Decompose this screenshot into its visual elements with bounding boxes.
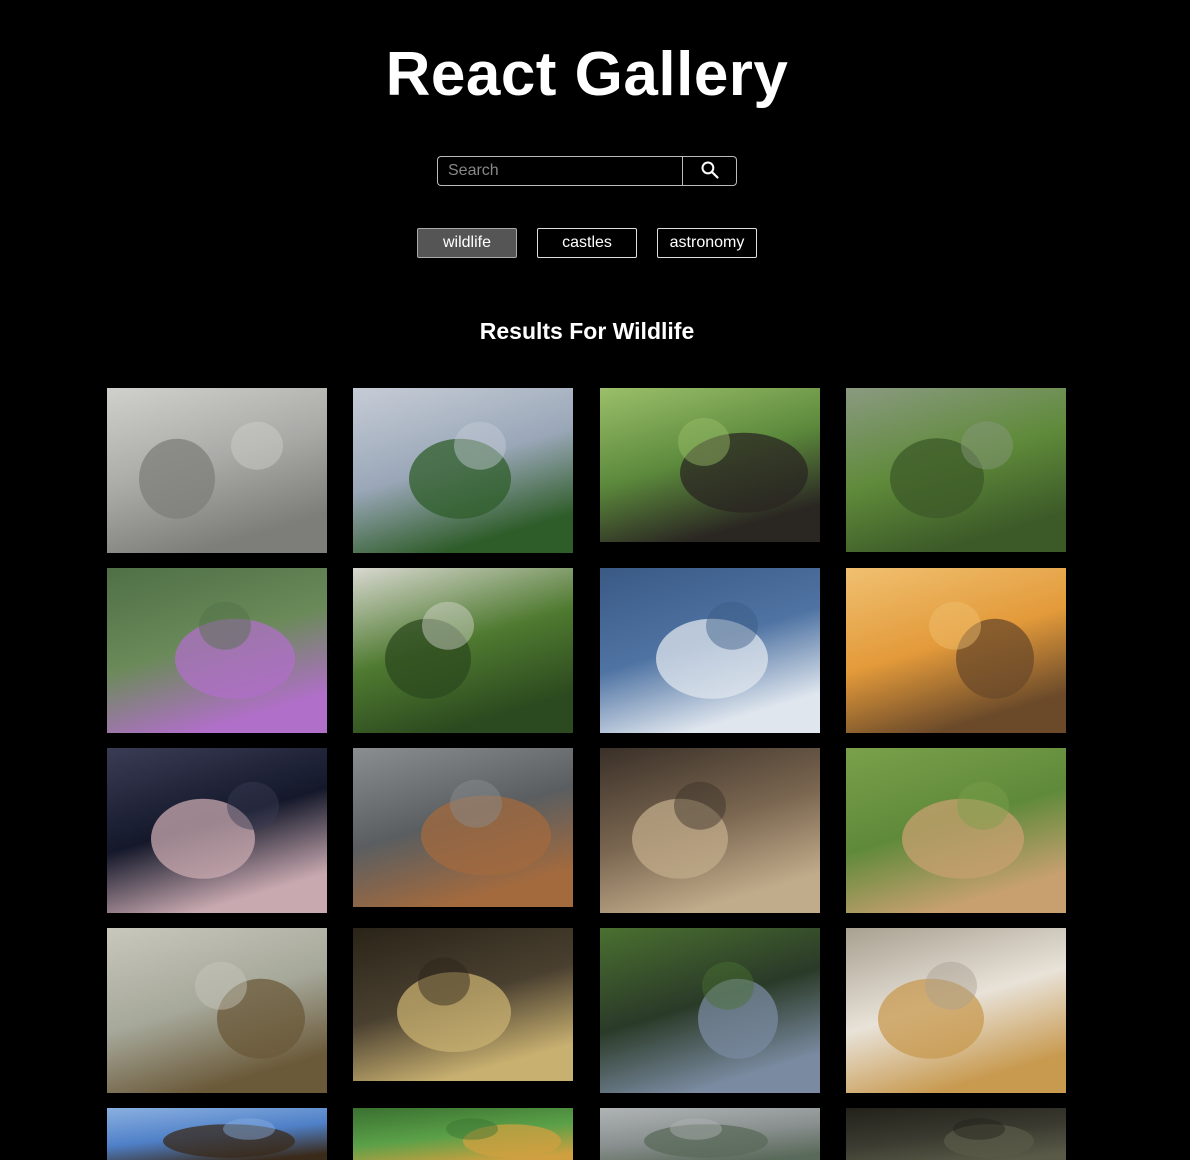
search-button[interactable] <box>682 156 737 186</box>
search-input[interactable] <box>437 156 682 186</box>
gallery-photo-cormorants-in-branches[interactable] <box>600 388 820 542</box>
gallery-photo-vultures-on-fence[interactable] <box>846 388 1066 552</box>
photo-image <box>353 388 573 553</box>
gallery-photo-ibises-in-tree[interactable] <box>353 388 573 553</box>
gallery-photo-grass-with-ruler[interactable] <box>353 568 573 733</box>
photo-image <box>600 928 820 1093</box>
gallery-photo-mountain-goat[interactable] <box>846 748 1066 913</box>
search-icon <box>700 160 720 183</box>
photo-image <box>107 928 327 1093</box>
gallery-photo-chickadee[interactable] <box>846 568 1066 733</box>
photo-image <box>353 568 573 733</box>
photo-image <box>107 388 327 553</box>
photo-image <box>600 1108 820 1160</box>
gallery-photo-turtle[interactable] <box>353 928 573 1081</box>
photo-image <box>846 928 1066 1093</box>
photo-image <box>107 568 327 733</box>
gallery-photo-jaguar[interactable] <box>846 928 1066 1093</box>
gallery-page: React Gallery wildlife castles astronomy… <box>0 0 1190 1160</box>
gallery-photo-yellow-bird[interactable] <box>353 1108 573 1160</box>
gallery-photo-gecko[interactable] <box>600 748 820 913</box>
gallery-photo-mudflat-with-birds[interactable] <box>107 748 327 913</box>
gallery-photo-misty-forest[interactable] <box>600 1108 820 1160</box>
photo-image <box>107 1108 327 1160</box>
photo-image <box>353 1108 573 1160</box>
nav-button-castles[interactable]: castles <box>537 228 637 258</box>
gallery-photo-pelicans-in-flight[interactable] <box>600 568 820 733</box>
gallery-photo-stonechat[interactable] <box>353 748 573 907</box>
photo-image <box>600 568 820 733</box>
topic-nav: wildlife castles astronomy <box>0 228 1174 258</box>
nav-button-astronomy[interactable]: astronomy <box>657 228 757 258</box>
photo-image <box>353 748 573 907</box>
photo-image <box>846 748 1066 913</box>
results-heading: Results For Wildlife <box>479 318 695 344</box>
photo-image <box>846 1108 1066 1160</box>
photo-image <box>846 388 1066 552</box>
photo-image <box>846 568 1066 733</box>
photo-image <box>600 748 820 913</box>
photo-image <box>353 928 573 1081</box>
photo-image <box>107 748 327 913</box>
search-form <box>437 156 737 186</box>
gallery-photo-elephants[interactable] <box>107 388 327 553</box>
gallery-photo-warbler-on-branch[interactable] <box>107 928 327 1093</box>
gallery-photo-heron[interactable] <box>600 928 820 1093</box>
gallery-photo-eagle-in-flight[interactable] <box>107 1108 327 1160</box>
nav-button-wildlife[interactable]: wildlife <box>417 228 517 258</box>
gallery-photo-forest-floor[interactable] <box>846 1108 1066 1160</box>
photo-image <box>600 388 820 542</box>
page-title: React Gallery <box>385 40 789 109</box>
gallery-photo-bee-and-flower[interactable] <box>107 568 327 733</box>
